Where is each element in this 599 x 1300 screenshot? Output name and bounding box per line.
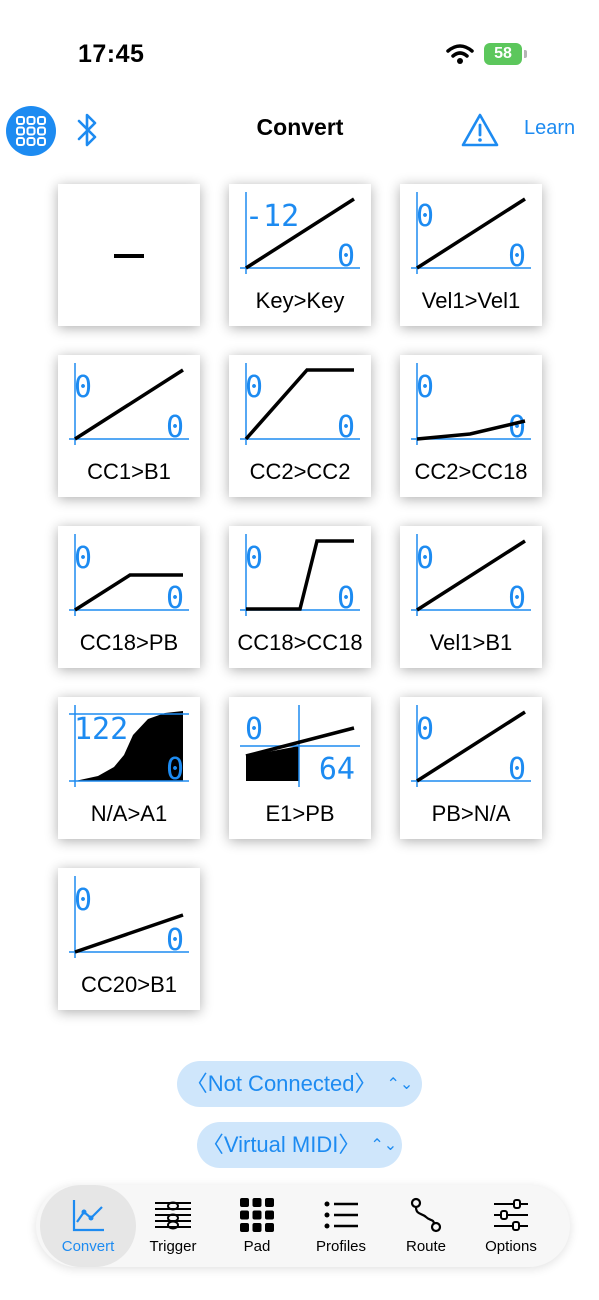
- tile-label: Key>Key: [255, 288, 345, 313]
- mapping-tile[interactable]: 0 0 PB>N/A: [400, 697, 542, 839]
- empty-dash: [114, 254, 144, 258]
- tile-label: CC20>B1: [80, 972, 177, 997]
- tab-label: Trigger: [149, 1238, 197, 1255]
- nav-bar: Convert Learn: [0, 100, 599, 160]
- curve-graph: 0 0: [411, 534, 531, 616]
- tile-label: N/A>A1: [90, 801, 168, 826]
- axis-bottom-value: 0: [166, 923, 184, 958]
- clock: 17:45: [78, 40, 145, 68]
- status-bar: 17:45 58: [0, 0, 599, 110]
- axis-top-value: 0: [416, 541, 434, 576]
- axis-bottom-value: 0: [166, 410, 184, 445]
- axis-bottom-value: 0: [166, 752, 184, 787]
- tab-label: Profiles: [315, 1238, 367, 1255]
- tile-label: CC18>CC18: [237, 630, 363, 655]
- curve-graph: -12 0: [240, 192, 360, 274]
- mapping-tile[interactable]: 122 0 N/A>A1: [58, 697, 200, 839]
- axis-bottom-value: 0: [166, 581, 184, 616]
- axis-top-value: 0: [74, 370, 92, 405]
- tile-label: PB>N/A: [431, 801, 511, 826]
- axis-top-value: 0: [416, 712, 434, 747]
- tab-options[interactable]: Options: [466, 1185, 556, 1267]
- tab-convert[interactable]: Convert: [40, 1185, 136, 1267]
- curve-graph: 0 0: [240, 534, 360, 616]
- axis-top-value: 0: [416, 370, 434, 405]
- tile-label: Vel1>B1: [429, 630, 513, 655]
- axis-top-value: 0: [416, 199, 434, 234]
- curve-graph: 0 0: [69, 876, 189, 958]
- curve-graph: 0 0: [411, 363, 531, 445]
- mapping-tile[interactable]: 0 0 CC2>CC2: [229, 355, 371, 497]
- chevron-up-down-icon: ⌃⌄: [370, 1137, 398, 1155]
- axis-bottom-value: 0: [508, 752, 526, 787]
- mapping-tile[interactable]: 0 0 CC20>B1: [58, 868, 200, 1010]
- axis-bottom-value: 0: [508, 581, 526, 616]
- tab-profiles[interactable]: Profiles: [296, 1185, 386, 1267]
- axis-bottom-value: 0: [337, 410, 355, 445]
- bluetooth-icon[interactable]: [72, 110, 102, 150]
- mapping-tile[interactable]: 0 0 CC1>B1: [58, 355, 200, 497]
- tab-label: Pad: [243, 1238, 271, 1255]
- curve-graph: 0 0: [411, 705, 531, 787]
- tab-trigger[interactable]: Trigger: [128, 1185, 218, 1267]
- port-selector-label: 〈Virtual MIDI〉: [201, 1132, 361, 1157]
- page-title: Convert: [256, 114, 344, 140]
- curve-graph: 122 0: [69, 705, 189, 787]
- axis-top-value: 0: [74, 541, 92, 576]
- tile-label: CC2>CC18: [414, 459, 528, 484]
- tab-route[interactable]: Route: [381, 1185, 471, 1267]
- curve-graph: 0 0: [240, 363, 360, 445]
- tab-bar: Convert Trigger Pad Profiles Route Optio…: [36, 1185, 570, 1267]
- tile-label: CC2>CC2: [249, 459, 351, 484]
- list-icon: [324, 1201, 358, 1229]
- mapping-tile[interactable]: 0 0 CC18>PB: [58, 526, 200, 668]
- axis-bottom-value: 0: [508, 239, 526, 274]
- mapping-tile[interactable]: 0 0 CC18>CC18: [229, 526, 371, 668]
- mapping-tile-empty[interactable]: [58, 184, 200, 326]
- mapping-tile[interactable]: 0 0 Vel1>B1: [400, 526, 542, 668]
- tab-label: Options: [485, 1238, 537, 1255]
- sliders-icon: [494, 1199, 528, 1231]
- axis-top-value: 122: [74, 712, 128, 747]
- axis-top-value: 0: [74, 883, 92, 918]
- tile-label: CC1>B1: [87, 459, 171, 484]
- axis-top-value: -12: [245, 199, 299, 234]
- tab-pad[interactable]: Pad: [212, 1185, 302, 1267]
- grid-menu-button[interactable]: [6, 106, 56, 156]
- mapping-tile[interactable]: 0 0 CC2>CC18: [400, 355, 542, 497]
- pad-grid-icon: [240, 1198, 274, 1232]
- tile-label: E1>PB: [265, 801, 335, 826]
- mapping-tile[interactable]: 0 64 E1>PB: [229, 697, 371, 839]
- axis-bottom-value: 64: [319, 752, 355, 787]
- mapping-tile[interactable]: -12 0 Key>Key: [229, 184, 371, 326]
- battery-icon: 58: [484, 43, 528, 65]
- grid-icon: [16, 116, 46, 146]
- axis-top-value: 0: [245, 541, 263, 576]
- curve-graph: 0 0: [69, 534, 189, 616]
- curve-graph: 0 0: [411, 192, 531, 274]
- staff-icon: [155, 1201, 191, 1230]
- port-selector[interactable]: 〈Virtual MIDI〉 ⌃⌄: [197, 1122, 402, 1168]
- wifi-icon: [446, 44, 474, 64]
- connection-selector[interactable]: 〈Not Connected〉 ⌃⌄: [177, 1061, 422, 1107]
- mapping-tile[interactable]: 0 0 Vel1>Vel1: [400, 184, 542, 326]
- battery-level: 58: [494, 45, 512, 62]
- axis-top-value: 0: [245, 370, 263, 405]
- warning-icon[interactable]: [461, 112, 499, 148]
- axis-bottom-value: 0: [337, 581, 355, 616]
- curve-graph: 0 0: [69, 363, 189, 445]
- route-icon: [410, 1197, 442, 1233]
- tab-label: Route: [405, 1238, 447, 1255]
- tile-label: Vel1>Vel1: [421, 288, 521, 313]
- tile-label: CC18>PB: [79, 630, 179, 655]
- axis-bottom-value: 0: [508, 410, 526, 445]
- connection-selector-label: 〈Not Connected〉: [185, 1071, 377, 1096]
- learn-button[interactable]: Learn: [524, 117, 575, 140]
- chevron-up-down-icon: ⌃⌄: [386, 1076, 414, 1094]
- axis-bottom-value: 0: [337, 239, 355, 274]
- curve-graph: 0 64: [240, 705, 360, 787]
- chart-icon: [72, 1200, 104, 1232]
- axis-top-value: 0: [245, 712, 263, 747]
- tab-label: Convert: [61, 1238, 115, 1255]
